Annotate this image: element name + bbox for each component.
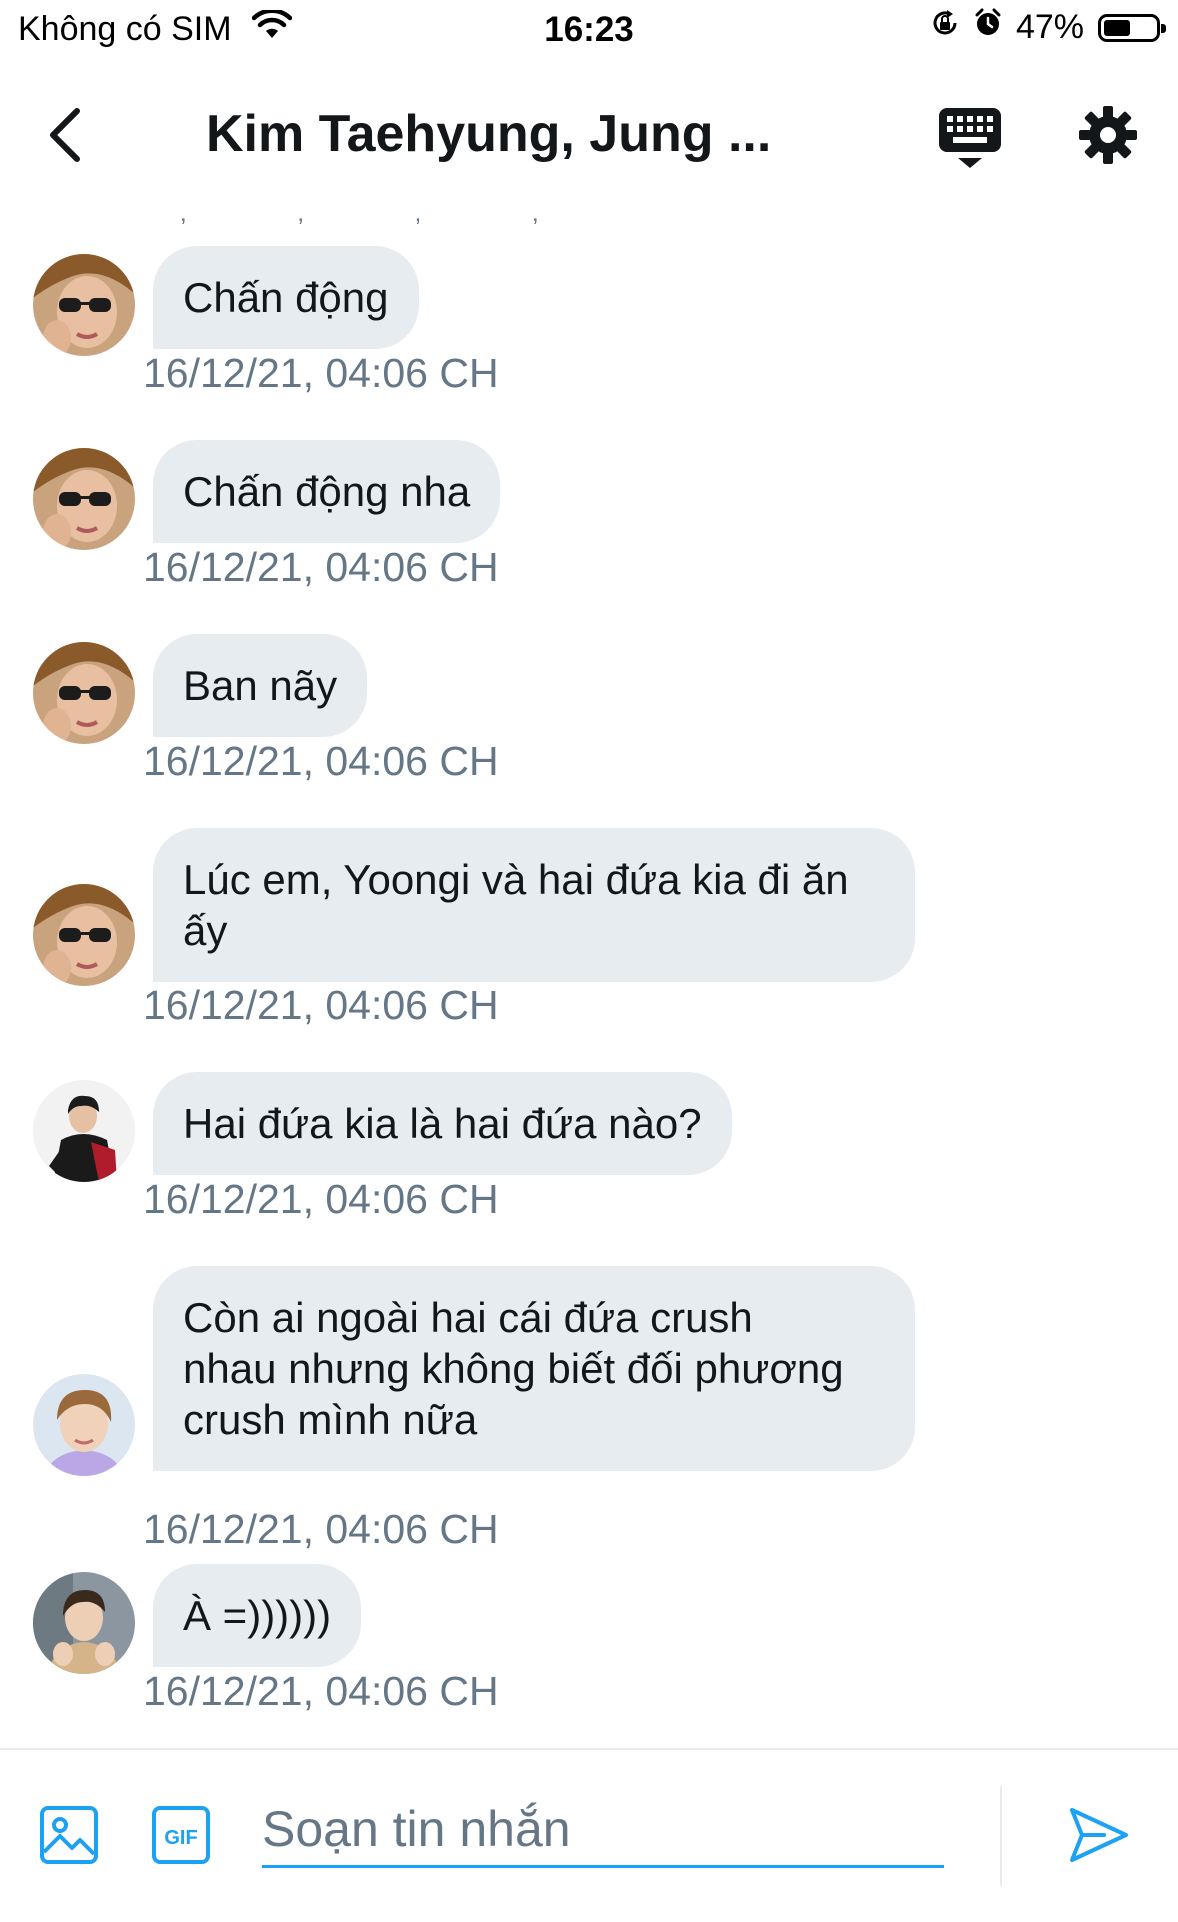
gif-icon: GIF (150, 1806, 212, 1870)
alarm-icon (974, 8, 1002, 47)
avatar[interactable] (33, 642, 135, 744)
keyboard-icon (935, 108, 1005, 176)
settings-button[interactable] (1077, 104, 1139, 166)
message-timestamp: 16/12/21, 04:06 CH (143, 982, 499, 1028)
message-bubble[interactable]: À =)))))) (153, 1564, 362, 1667)
message-timestamp: 16/12/21, 04:06 CH (143, 544, 499, 590)
add-photo-button[interactable] (38, 1804, 100, 1866)
rotation-lock-icon (930, 8, 960, 47)
status-right: 47% (916, 8, 1166, 47)
message-composer: GIF (0, 1748, 1178, 1922)
message-timestamp: 16/12/21, 04:06 CH (143, 1506, 499, 1552)
avatar[interactable] (33, 1572, 135, 1674)
avatar[interactable] (33, 448, 135, 550)
battery-nub (1161, 23, 1166, 33)
image-icon (38, 1806, 100, 1870)
avatar[interactable] (33, 1374, 135, 1476)
message-bubble[interactable]: Ban nãy (153, 634, 368, 737)
avatar[interactable] (33, 884, 135, 986)
message-bubble[interactable]: Lúc em, Yoongi và hai đứa kia đi ăn ấy (153, 828, 915, 982)
message-timestamp: 16/12/21, 04:06 CH (143, 1668, 499, 1714)
message-input[interactable] (262, 1792, 944, 1868)
gear-icon (1077, 106, 1139, 170)
back-arrow-icon (45, 107, 85, 168)
message-bubble[interactable]: Còn ai ngoài hai cái đứa crush nhau nhưn… (153, 1266, 915, 1471)
send-icon (1064, 1808, 1134, 1874)
message-timestamp: 16/12/21, 04:06 CH (143, 738, 499, 784)
avatar[interactable] (33, 254, 135, 356)
add-gif-button[interactable]: GIF (150, 1804, 212, 1866)
status-bar: Không có SIM 16:23 47% (0, 0, 1178, 62)
message-bubble[interactable]: Hai đứa kia là hai đứa nào? (153, 1072, 732, 1175)
battery-icon (1098, 13, 1166, 42)
composer-divider (1000, 1786, 1002, 1886)
send-button[interactable] (1064, 1800, 1134, 1870)
keyboard-button[interactable] (935, 106, 1005, 172)
back-button[interactable] (30, 102, 100, 172)
message-timestamp: 16/12/21, 04:06 CH (143, 1176, 499, 1222)
svg-text:GIF: GIF (164, 1827, 197, 1849)
battery-fill (1104, 19, 1130, 36)
message-list[interactable]: Chấn động 16/12/21, 04:06 CH Chấn động n… (0, 212, 1178, 1748)
message-bubble[interactable]: Chấn động (153, 246, 419, 349)
message-timestamp: 16/12/21, 04:06 CH (143, 350, 499, 396)
message-bubble[interactable]: Chấn động nha (153, 440, 501, 543)
battery-percent: 47% (1015, 8, 1084, 46)
conversation-header: Kim Taehyung, Jung ... , , , , (0, 62, 1178, 227)
conversation-title[interactable]: Kim Taehyung, Jung ... (206, 104, 806, 164)
avatar[interactable] (33, 1080, 135, 1182)
